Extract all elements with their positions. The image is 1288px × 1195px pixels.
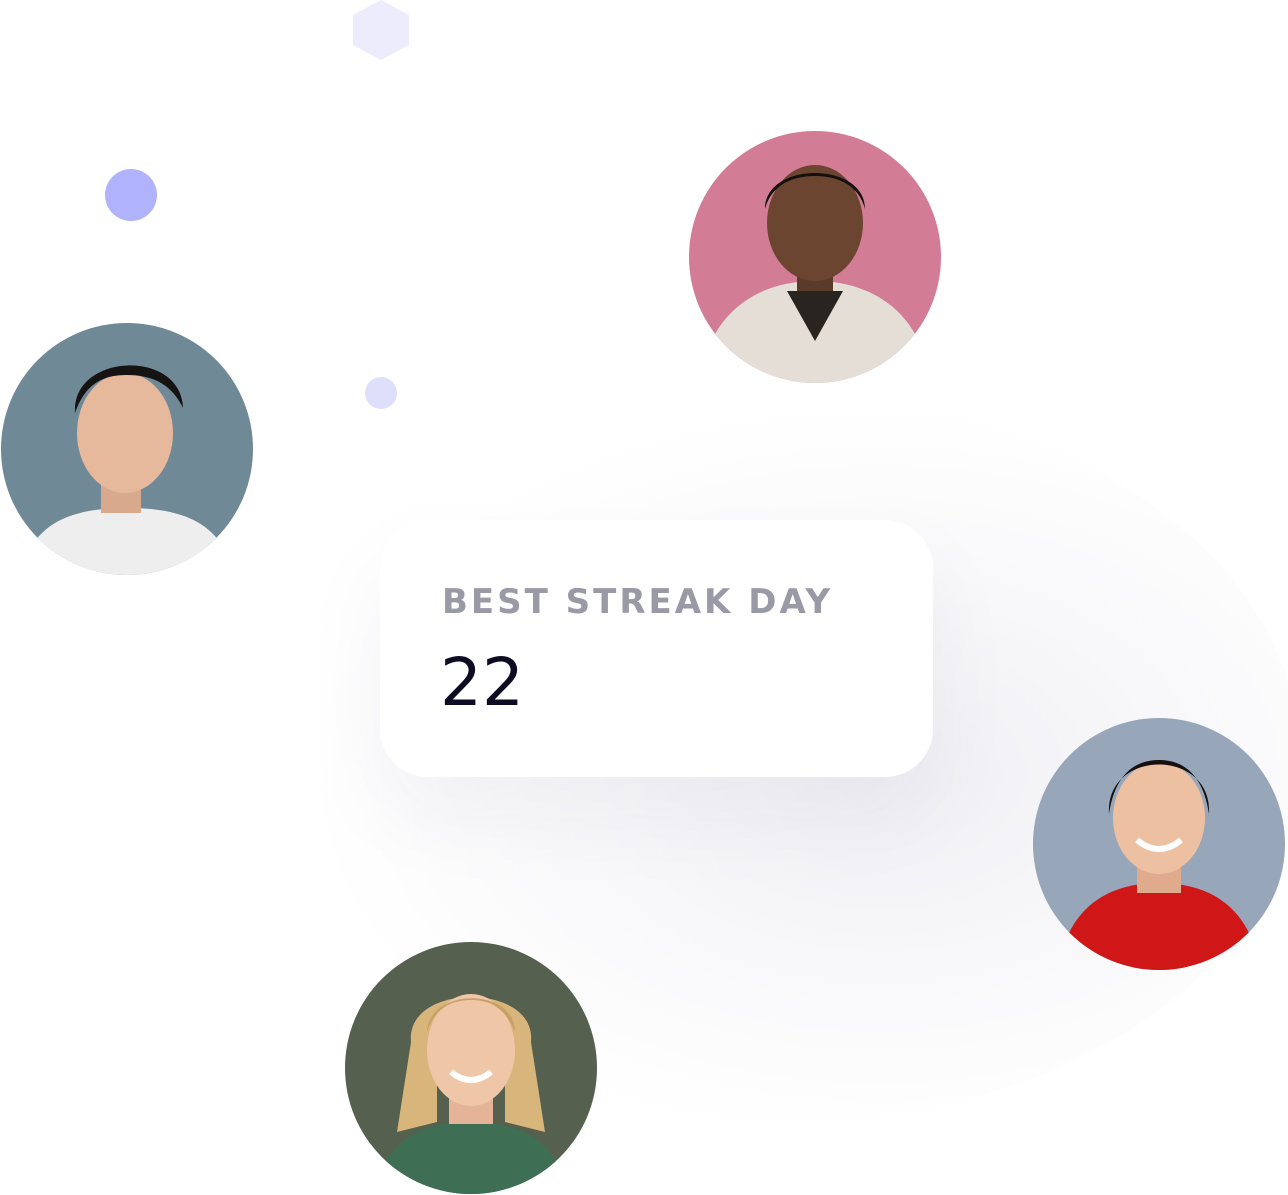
person-photo-icon: [1033, 718, 1285, 970]
avatar-woman-red-sweater: [1033, 718, 1285, 970]
avatar-woman-green-sweater: [345, 942, 597, 1194]
decorative-dot-small: [365, 377, 397, 409]
decorative-dot-large: [105, 169, 157, 221]
stat-label: BEST STREAK DAY: [442, 582, 834, 622]
person-photo-icon: [1, 323, 253, 575]
stat-value: 22: [440, 644, 524, 721]
avatar-man-pink-background: [689, 131, 941, 383]
hexagon-shape: [353, 0, 409, 60]
avatar-man-teal-background: [1, 323, 253, 575]
person-photo-icon: [689, 131, 941, 383]
page: BEST STREAK DAY 22: [0, 0, 1288, 1195]
person-photo-icon: [345, 942, 597, 1194]
best-streak-card: BEST STREAK DAY 22: [380, 520, 933, 777]
